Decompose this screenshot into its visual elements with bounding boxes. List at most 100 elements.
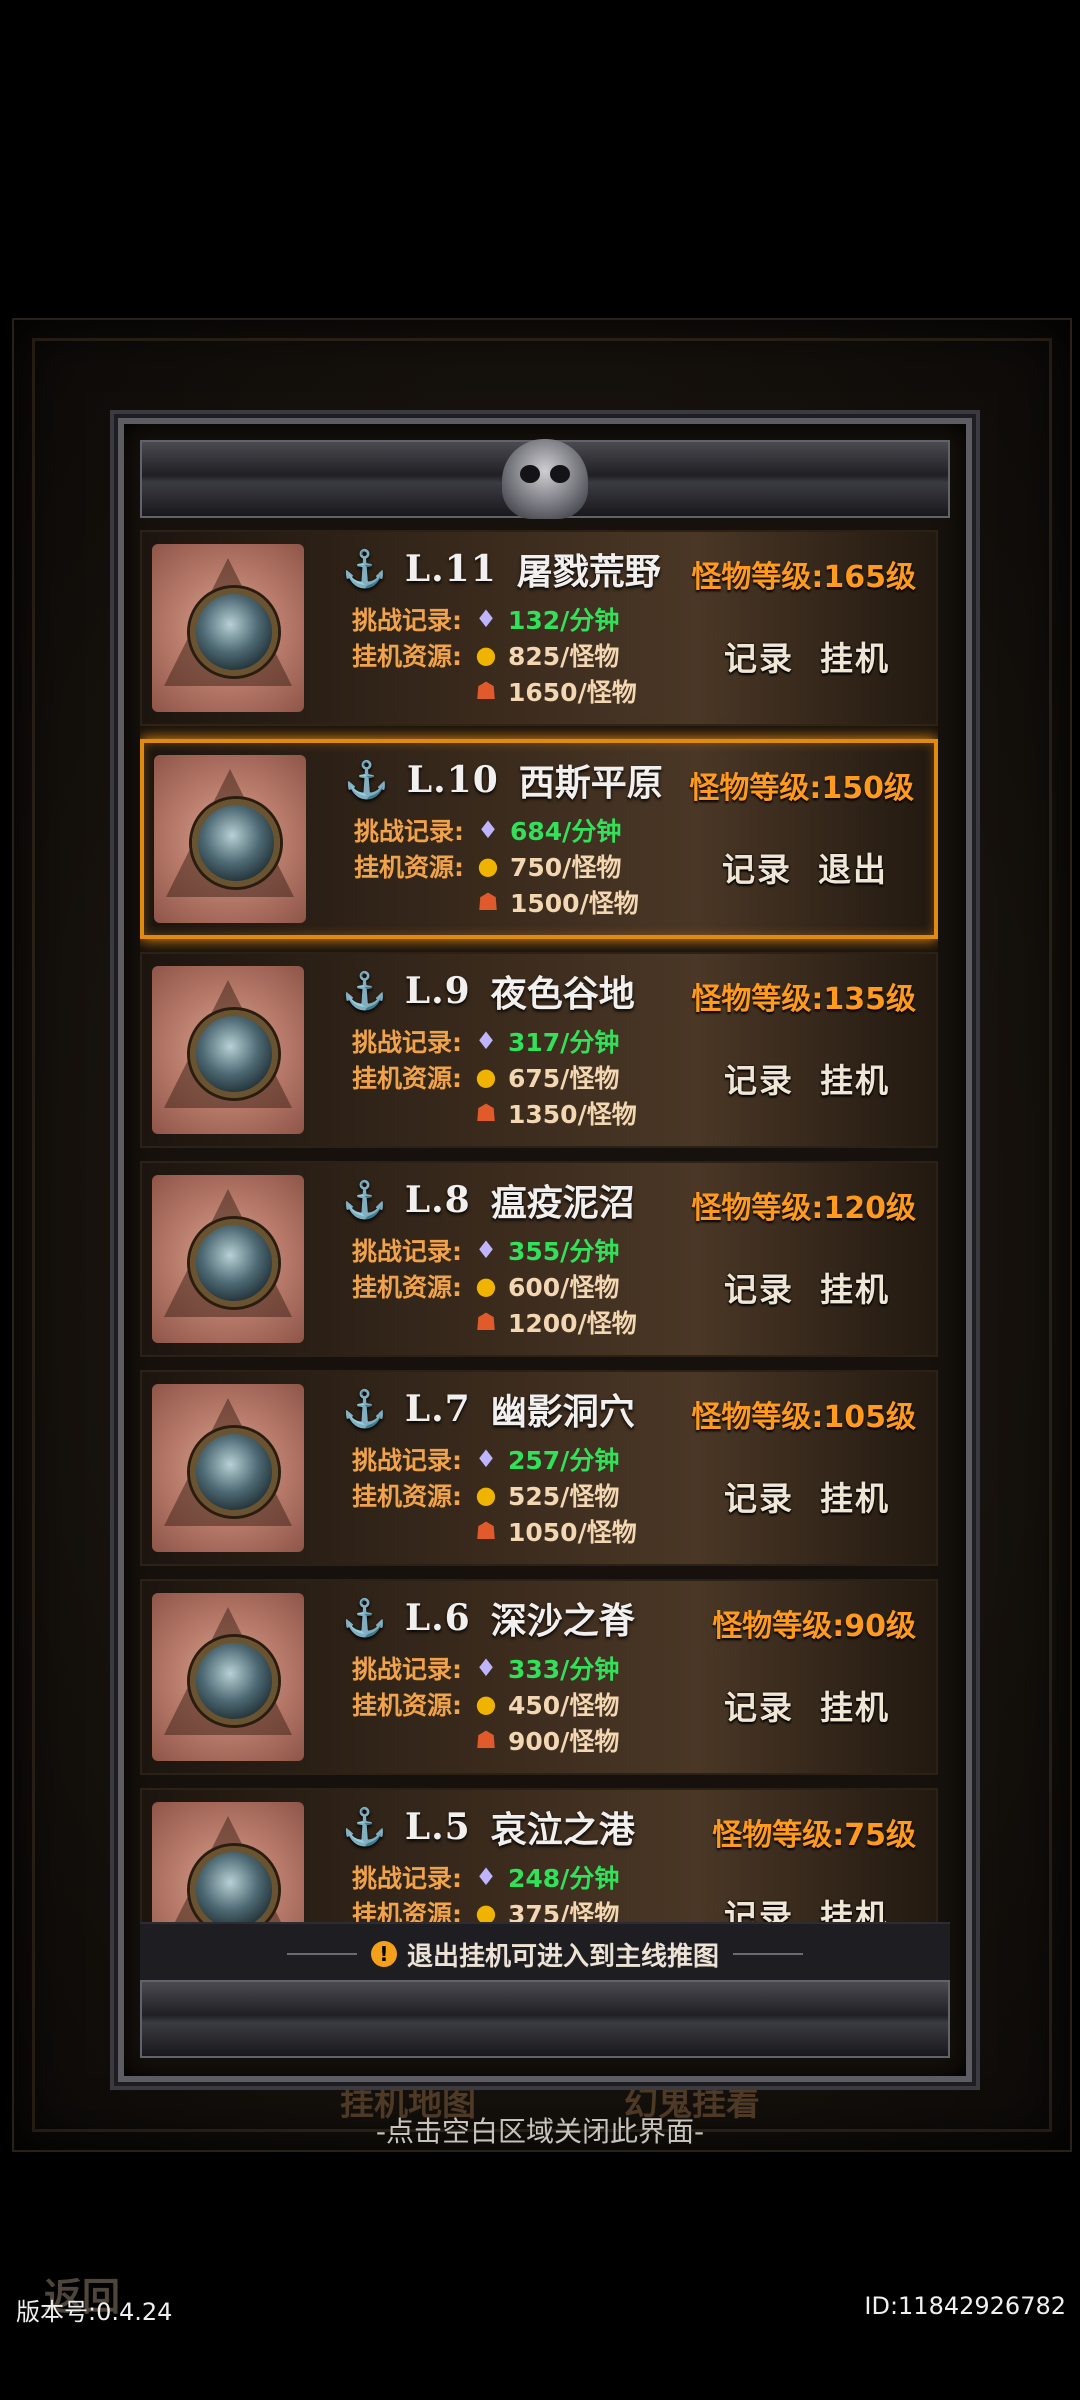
map-medallion-icon [190, 1219, 278, 1307]
loot-row: ☗ 1500/怪物 [472, 885, 638, 919]
loot-bag-icon: ☗ [475, 1308, 497, 1336]
gold-coins-icon: ● [475, 1899, 497, 1922]
level-card: ⚓ L.5 哀泣之港 怪物等级:75级 挑战记录: ♦ 248/分钟 挂机资源:… [140, 1788, 938, 1922]
resource-label: 挂机资源: [352, 642, 462, 671]
anchor-icon: ⚓ [344, 759, 389, 801]
anchor-icon: ⚓ [342, 1597, 387, 1639]
skull-icon [502, 439, 588, 519]
card-actions: 记录 挂机 [724, 632, 890, 680]
card-actions: 记录 挂机 [724, 1890, 890, 1922]
map-medallion-icon [190, 1428, 278, 1516]
resource-row: 挂机资源: ● 525/怪物 [352, 1478, 619, 1512]
gold-coins-icon: ● [475, 1690, 497, 1718]
loot-row: ☗ 1050/怪物 [470, 1514, 636, 1548]
notice-bar: ! 退出挂机可进入到主线推图 [140, 1922, 950, 1984]
monster-level: 怪物等级:90级 [712, 1609, 916, 1644]
idle-button[interactable]: 挂机 [820, 1681, 890, 1729]
record-button[interactable]: 记录 [722, 843, 792, 891]
anchor-icon: ⚓ [342, 1179, 387, 1221]
map-medallion-icon [190, 588, 278, 676]
challenge-rate: 132/分钟 [508, 606, 620, 635]
level-title: ⚓ L.7 幽影洞穴 [342, 1384, 635, 1434]
level-card: ⚓ L.11 屠戮荒野 怪物等级:165级 挑战记录: ♦ 132/分钟 挂机资… [140, 530, 938, 726]
card-actions: 记录 挂机 [724, 1681, 890, 1729]
idle-button[interactable]: 挂机 [820, 1472, 890, 1520]
exit-button[interactable]: 退出 [818, 843, 888, 891]
level-number: L.6 [404, 1597, 471, 1639]
notice-text: 退出挂机可进入到主线推图 [406, 1941, 719, 1972]
resource-label: 挂机资源: [352, 1482, 462, 1511]
level-title: ⚓ L.8 瘟疫泥沼 [342, 1175, 635, 1225]
loot-rate: 1350/怪物 [508, 1100, 637, 1129]
card-actions: 记录 挂机 [724, 1472, 890, 1520]
crystal-icon: ♦ [475, 605, 497, 633]
gold-rate: 825/怪物 [508, 642, 620, 671]
level-number: L.7 [404, 1388, 471, 1430]
loot-bag-icon: ☗ [475, 1726, 497, 1754]
loot-bag-icon: ☗ [477, 888, 499, 916]
level-card: ⚓ L.9 夜色谷地 怪物等级:135级 挑战记录: ♦ 317/分钟 挂机资源… [140, 952, 938, 1148]
level-number: L.5 [404, 1806, 471, 1848]
idle-button[interactable]: 挂机 [820, 1054, 890, 1102]
gold-rate: 750/怪物 [510, 853, 622, 882]
map-name: 西斯平原 [518, 762, 663, 804]
divider [286, 1953, 357, 1955]
record-button[interactable]: 记录 [724, 1263, 794, 1311]
level-title: ⚓ L.9 夜色谷地 [342, 966, 635, 1016]
gold-rate: 600/怪物 [508, 1273, 620, 1302]
anchor-icon: ⚓ [342, 1388, 387, 1430]
crystal-icon: ♦ [475, 1654, 497, 1682]
gold-rate: 450/怪物 [508, 1691, 620, 1720]
monster-level: 怪物等级:75级 [712, 1818, 916, 1853]
map-thumbnail [152, 544, 304, 712]
level-title: ⚓ L.11 屠戮荒野 [342, 544, 661, 594]
level-list[interactable]: ⚓ L.11 屠戮荒野 怪物等级:165级 挑战记录: ♦ 132/分钟 挂机资… [140, 530, 938, 1922]
resource-row: 挂机资源: ● 600/怪物 [352, 1269, 619, 1303]
card-actions: 记录 挂机 [724, 1054, 890, 1102]
top-ornament [140, 439, 950, 519]
resource-label: 挂机资源: [352, 1900, 462, 1922]
card-actions: 记录 挂机 [724, 1263, 890, 1311]
idle-map-panel: ⚓ L.11 屠戮荒野 怪物等级:165级 挑战记录: ♦ 132/分钟 挂机资… [118, 418, 972, 2082]
monster-level: 怪物等级:120级 [691, 1191, 916, 1226]
record-button[interactable]: 记录 [724, 1472, 794, 1520]
anchor-icon: ⚓ [342, 548, 387, 590]
loot-rate: 1200/怪物 [508, 1309, 637, 1338]
record-button[interactable]: 记录 [724, 1054, 794, 1102]
challenge-label: 挑战记录: [352, 1864, 462, 1893]
crystal-icon: ♦ [475, 1027, 497, 1055]
level-card: ⚓ L.10 西斯平原 怪物等级:150级 挑战记录: ♦ 684/分钟 挂机资… [140, 739, 938, 939]
warning-icon: ! [370, 1941, 397, 1967]
map-thumbnail [152, 1384, 304, 1552]
map-name: 夜色谷地 [490, 973, 635, 1015]
idle-button[interactable]: 挂机 [820, 1890, 890, 1922]
gold-coins-icon: ● [477, 852, 499, 880]
record-button[interactable]: 记录 [724, 1681, 794, 1729]
monster-level: 怪物等级:165级 [691, 560, 916, 595]
map-thumbnail [152, 1593, 304, 1761]
map-medallion-icon [190, 1846, 278, 1922]
map-name: 哀泣之港 [490, 1809, 635, 1851]
challenge-rate: 248/分钟 [508, 1864, 620, 1893]
map-name: 瘟疫泥沼 [490, 1182, 635, 1224]
challenge-label: 挑战记录: [352, 1446, 462, 1475]
challenge-row: 挑战记录: ♦ 317/分钟 [352, 1024, 619, 1058]
record-button[interactable]: 记录 [724, 632, 794, 680]
record-button[interactable]: 记录 [724, 1890, 794, 1922]
idle-button[interactable]: 挂机 [820, 632, 890, 680]
level-number: L.11 [404, 548, 497, 590]
idle-button[interactable]: 挂机 [820, 1263, 890, 1311]
divider [733, 1953, 803, 1955]
level-number: L.10 [406, 759, 499, 801]
loot-bag-icon: ☗ [475, 677, 497, 705]
close-hint: -点击空白区域关闭此界面- [375, 2115, 705, 2148]
level-title: ⚓ L.5 哀泣之港 [342, 1802, 635, 1852]
challenge-row: 挑战记录: ♦ 684/分钟 [354, 813, 621, 847]
loot-rate: 900/怪物 [508, 1727, 620, 1756]
crystal-icon: ♦ [475, 1445, 497, 1473]
map-name: 屠戮荒野 [516, 551, 661, 593]
resource-row: 挂机资源: ● 675/怪物 [352, 1060, 619, 1094]
level-card: ⚓ L.6 深沙之脊 怪物等级:90级 挑战记录: ♦ 333/分钟 挂机资源:… [140, 1579, 938, 1775]
gold-coins-icon: ● [475, 1481, 497, 1509]
level-number: L.9 [404, 970, 471, 1012]
